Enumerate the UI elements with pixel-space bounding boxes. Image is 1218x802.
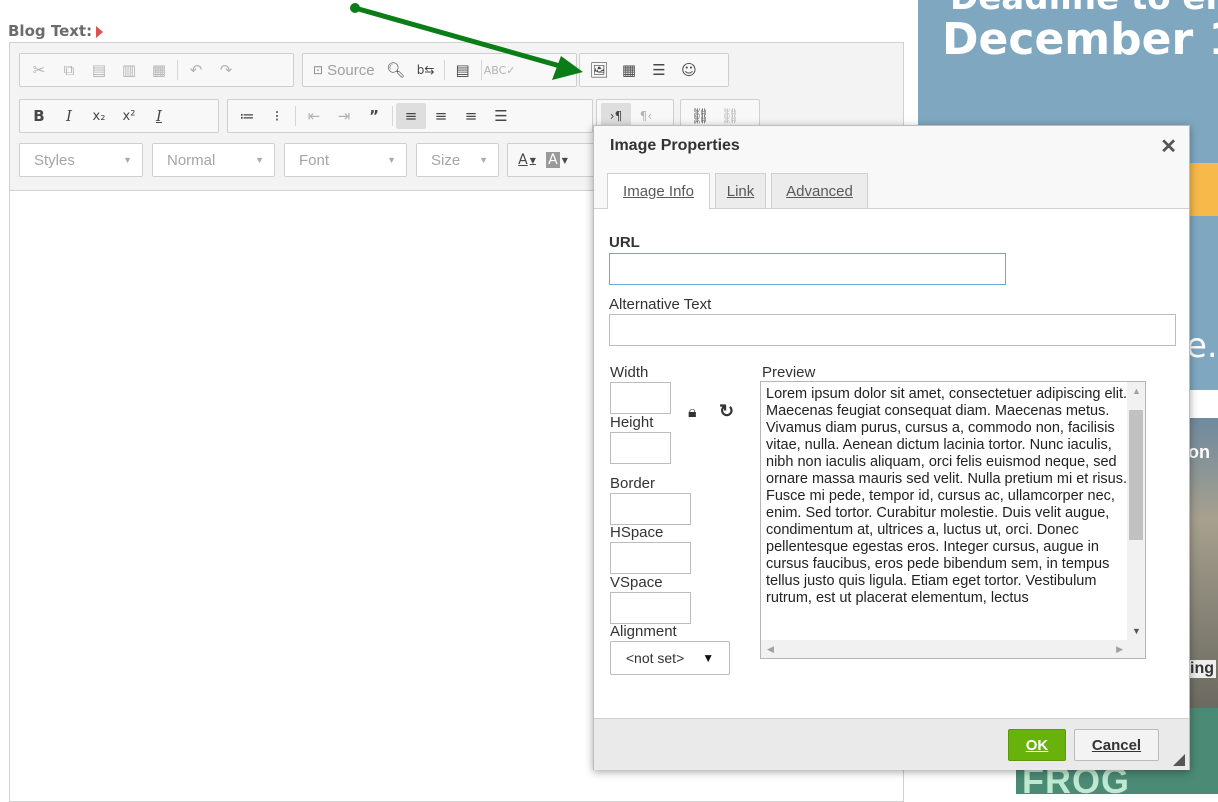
toolbar-group-clipboard: ✂ ⧉ ▤ ▥ ▦ ↶ ↷ — [19, 53, 294, 87]
close-icon[interactable]: ✕ — [1160, 134, 1177, 159]
ad-date: December 1 — [942, 14, 1218, 65]
font-combo[interactable]: Font ▼ — [284, 143, 407, 177]
vspace-input[interactable] — [610, 592, 691, 624]
subscript-icon[interactable]: x₂ — [84, 103, 114, 129]
select-all-icon[interactable]: ▤ — [448, 57, 478, 83]
vspace-label: VSpace — [610, 574, 663, 591]
size-combo[interactable]: Size ▼ — [416, 143, 499, 177]
remove-format-icon[interactable]: I — [144, 103, 174, 129]
width-input[interactable] — [610, 382, 671, 414]
ad-text-fragment: ing — [1188, 660, 1216, 678]
cancel-button[interactable]: Cancel — [1074, 729, 1159, 761]
scroll-down-icon[interactable]: ▼ — [1132, 626, 1141, 636]
chevron-down-icon: ▼ — [702, 651, 715, 665]
ad-text-fragment: e. — [1186, 326, 1218, 366]
source-icon: ⊡ — [313, 63, 324, 77]
preview-text: Lorem ipsum dolor sit amet, consectetuer… — [766, 386, 1128, 606]
scroll-left-icon[interactable]: ◀ — [767, 644, 774, 655]
lock-ratio-icon[interactable]: 🔒︎ — [688, 404, 697, 422]
arrow-origin-dot — [350, 3, 360, 13]
resize-handle-icon[interactable] — [1173, 754, 1185, 766]
outdent-icon[interactable]: ⇤ — [299, 103, 329, 129]
chevron-down-icon: ▼ — [123, 155, 132, 165]
alt-text-label: Alternative Text — [609, 296, 712, 313]
chevron-down-icon: ▼ — [255, 155, 264, 165]
format-combo[interactable]: Normal ▼ — [152, 143, 275, 177]
toolbar-group-paragraph: ≔ ⁝ ⇤ ⇥ ” ≡ ≡ ≡ ☰ — [227, 99, 593, 133]
dialog-footer: OK Cancel — [594, 718, 1189, 770]
align-left-icon[interactable]: ≡ — [396, 103, 426, 129]
align-right-icon[interactable]: ≡ — [456, 103, 486, 129]
image-icon[interactable]: 🖼︎ — [584, 57, 614, 83]
toolbar-group-colors: A ▼ A ▼ — [507, 143, 597, 177]
scroll-right-icon[interactable]: ▶ — [1116, 644, 1123, 655]
preview-label: Preview — [762, 364, 816, 381]
toolbar-group-basicstyles: B I x₂ x² I — [19, 99, 219, 133]
border-input[interactable] — [610, 493, 691, 525]
blog-text-label: Blog Text: — [8, 22, 104, 40]
alignment-label: Alignment — [610, 623, 677, 640]
justify-icon[interactable]: ☰ — [486, 103, 516, 129]
dialog-tabs: Image Info Link Advanced — [594, 166, 1189, 209]
superscript-icon[interactable]: x² — [114, 103, 144, 129]
image-preview-box[interactable]: Lorem ipsum dolor sit amet, consectetuer… — [760, 381, 1146, 659]
paste-word-icon[interactable]: ▦ — [144, 57, 174, 83]
tab-image-info[interactable]: Image Info — [607, 173, 710, 209]
required-marker-icon — [96, 25, 104, 38]
alignment-select[interactable]: <not set> ▼ — [610, 641, 730, 675]
ad-button-fragment — [1188, 163, 1218, 216]
toolbar-group-document: ⊡ Source 🔍︎ b⇆ ▤ ABC✓ — [302, 53, 577, 87]
indent-icon[interactable]: ⇥ — [329, 103, 359, 129]
smiley-icon[interactable]: ☺ — [674, 57, 704, 83]
styles-combo[interactable]: Styles ▼ — [19, 143, 143, 177]
preview-vertical-scrollbar[interactable]: ▲ ▼ — [1127, 382, 1145, 640]
italic-icon[interactable]: I — [54, 103, 84, 129]
url-input[interactable] — [609, 253, 1006, 285]
url-label: URL — [609, 234, 640, 251]
scroll-thumb[interactable] — [1129, 410, 1143, 540]
paste-text-icon[interactable]: ▥ — [114, 57, 144, 83]
chevron-down-icon: ▼ — [387, 155, 396, 165]
numbered-list-icon[interactable]: ≔ — [232, 103, 262, 129]
hspace-label: HSpace — [610, 524, 664, 541]
table-icon[interactable]: ▦ — [614, 57, 644, 83]
ok-button[interactable]: OK — [1008, 729, 1066, 761]
undo-icon[interactable]: ↶ — [181, 57, 211, 83]
bulleted-list-icon[interactable]: ⁝ — [262, 103, 292, 129]
copy-icon[interactable]: ⧉ — [54, 57, 84, 83]
height-input[interactable] — [610, 432, 671, 464]
find-icon[interactable]: 🔍︎ — [381, 57, 411, 83]
dialog-titlebar[interactable]: Image Properties ✕ — [594, 126, 1189, 167]
border-label: Border — [610, 475, 656, 492]
tab-advanced[interactable]: Advanced — [771, 173, 868, 208]
source-button[interactable]: ⊡ Source — [307, 62, 381, 79]
toolbar-group-insert: 🖼︎ ▦ ☰ ☺ — [579, 53, 729, 87]
spellcheck-icon[interactable]: ABC✓ — [484, 57, 516, 83]
replace-icon[interactable]: b⇆ — [411, 57, 441, 83]
cut-icon[interactable]: ✂ — [24, 57, 54, 83]
hspace-input[interactable] — [610, 542, 691, 574]
dialog-title: Image Properties — [610, 137, 740, 154]
reset-size-icon[interactable]: ↻ — [719, 401, 734, 422]
background-color-button[interactable]: A ▼ — [542, 147, 572, 173]
bold-icon[interactable]: B — [24, 103, 54, 129]
blockquote-icon[interactable]: ” — [359, 103, 389, 129]
preview-horizontal-scrollbar[interactable]: ◀ ▶ — [761, 640, 1145, 658]
width-label: Width — [610, 364, 649, 381]
tab-link[interactable]: Link — [715, 173, 766, 208]
scroll-up-icon[interactable]: ▲ — [1132, 386, 1141, 396]
align-center-icon[interactable]: ≡ — [426, 103, 456, 129]
image-properties-dialog: Image Properties ✕ Image Info Link Advan… — [593, 125, 1190, 770]
chevron-down-icon: ▼ — [479, 155, 488, 165]
ad-text-fragment: on — [1188, 442, 1210, 462]
paste-icon[interactable]: ▤ — [84, 57, 114, 83]
height-label: Height — [610, 414, 654, 431]
alt-text-input[interactable] — [609, 314, 1176, 346]
text-color-button[interactable]: A ▼ — [512, 147, 542, 173]
horizontal-line-icon[interactable]: ☰ — [644, 57, 674, 83]
redo-icon[interactable]: ↷ — [211, 57, 241, 83]
